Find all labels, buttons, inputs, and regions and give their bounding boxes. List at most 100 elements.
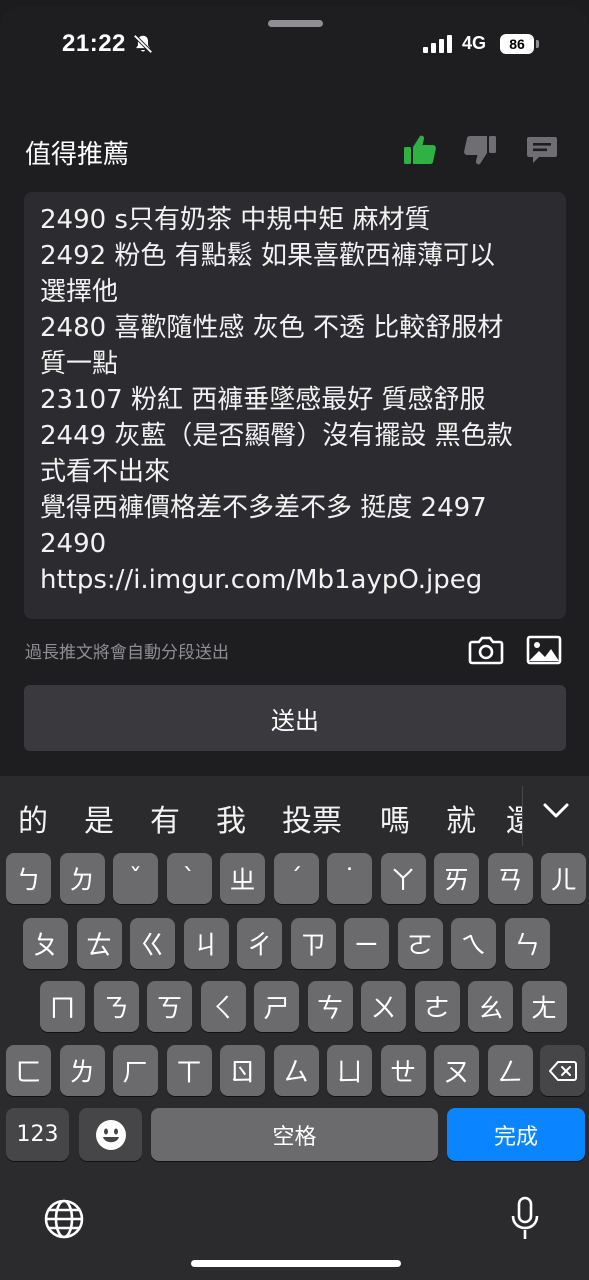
zhuyin-key[interactable]: ㄜ (414, 981, 460, 1032)
battery-icon: 86 (500, 34, 534, 54)
zhuyin-key-label: ㄖ (229, 1058, 256, 1088)
zhuyin-key[interactable]: ㄍ (130, 918, 175, 969)
thumbs-up-button[interactable] (402, 132, 438, 168)
zhuyin-key[interactable]: ㄉ (59, 853, 105, 904)
zhuyin-key[interactable]: ㄒ (166, 1045, 212, 1096)
zhuyin-key[interactable]: ㄑ (200, 981, 246, 1032)
zhuyin-key[interactable]: ㄙ (273, 1045, 319, 1096)
zhuyin-key[interactable]: ㄠ (468, 981, 513, 1032)
thumbs-up-icon (404, 135, 436, 164)
zhuyin-key-label: ㄧ (353, 931, 380, 961)
zhuyin-key-label: ㄗ (299, 931, 326, 961)
zhuyin-key[interactable]: ㄤ (521, 981, 567, 1032)
candidate-word[interactable]: 投票 (282, 796, 342, 840)
candidate-word[interactable]: 還 (506, 796, 522, 840)
zhuyin-key[interactable]: ㄎ (147, 981, 192, 1032)
zhuyin-key[interactable]: ㄆ (23, 918, 68, 969)
zhuyin-key[interactable]: ㄖ (220, 1045, 265, 1096)
zhuyin-key[interactable]: ㄇ (40, 981, 85, 1032)
space-key[interactable]: 空格 (151, 1108, 438, 1161)
page-title: 值得推薦 (25, 140, 130, 170)
battery-tip (536, 40, 539, 48)
auto-split-hint: 過長推文將會自動分段送出 (25, 643, 229, 663)
emoji-key[interactable] (79, 1108, 142, 1161)
candidate-bar: 的 是 有 我 投票 嗎 就 還 (0, 776, 589, 856)
zhuyin-key-label: ㄉ (68, 866, 95, 896)
zhuyin-key[interactable]: ㄞ (434, 853, 479, 904)
zhuyin-key[interactable]: ˋ (166, 853, 212, 904)
zhuyin-key[interactable]: ㄨ (361, 981, 406, 1032)
comment-button[interactable] (524, 132, 560, 168)
zhuyin-key[interactable]: ㄚ (380, 853, 426, 904)
zhuyin-key-label: ㄊ (85, 931, 112, 961)
zhuyin-key[interactable]: ㄗ (290, 918, 336, 969)
candidate-word[interactable]: 嗎 (380, 796, 410, 840)
delete-key[interactable] (540, 1045, 585, 1096)
candidate-word[interactable]: 的 (18, 796, 48, 840)
zhuyin-key[interactable]: ㄡ (434, 1045, 479, 1096)
done-key[interactable]: 完成 (447, 1108, 585, 1161)
candidate-word[interactable]: 就 (446, 796, 476, 840)
zhuyin-key-label: ㄦ (550, 866, 577, 896)
chevron-down-icon[interactable] (540, 798, 572, 824)
sheet-grabber[interactable] (268, 20, 323, 27)
candidate-divider (522, 786, 523, 846)
zhuyin-key[interactable]: ˇ (113, 853, 158, 904)
zhuyin-key-label: ˙ (343, 863, 356, 894)
status-time: 21:22 (62, 30, 126, 57)
zhuyin-key[interactable]: ㄈ (6, 1045, 51, 1096)
zhuyin-key[interactable]: ㄔ (237, 918, 282, 969)
image-icon[interactable] (526, 634, 562, 666)
zhuyin-key[interactable]: ㄋ (93, 981, 139, 1032)
zhuyin-key-label: ˇ (129, 863, 142, 894)
zhuyin-key-label: ㄛ (406, 931, 433, 961)
candidate-word[interactable]: 我 (216, 796, 246, 840)
zhuyin-key-label: ㄑ (209, 994, 236, 1024)
candidate-word[interactable]: 是 (84, 796, 114, 840)
zhuyin-key[interactable]: ㄘ (307, 981, 353, 1032)
zhuyin-key-label: ㄟ (460, 931, 487, 961)
zhuyin-key-label: ㄣ (513, 931, 540, 961)
numbers-key-label: 123 (16, 1122, 59, 1147)
zhuyin-key-label: ㄓ (229, 866, 256, 896)
zhuyin-key-label: ㄐ (192, 931, 219, 961)
zhuyin-key[interactable]: ㄌ (59, 1045, 105, 1096)
zhuyin-key-label: ㄞ (443, 866, 470, 896)
zhuyin-key[interactable]: ㄓ (220, 853, 265, 904)
zhuyin-key[interactable]: ㄅ (6, 853, 51, 904)
zhuyin-key-label: ㄏ (122, 1058, 149, 1088)
microphone-icon[interactable] (509, 1196, 541, 1242)
zhuyin-key[interactable]: ˙ (327, 853, 372, 904)
zhuyin-key[interactable]: ˊ (273, 853, 319, 904)
zhuyin-key[interactable]: ㄊ (76, 918, 122, 969)
camera-icon[interactable] (468, 634, 504, 666)
zhuyin-key[interactable]: ㄣ (504, 918, 550, 969)
zhuyin-key-label: ㄆ (32, 931, 59, 961)
thumbs-down-button[interactable] (462, 132, 498, 168)
comment-icon (527, 137, 557, 163)
zhuyin-key[interactable]: ㄢ (487, 853, 533, 904)
zhuyin-key[interactable]: ㄧ (344, 918, 389, 969)
zhuyin-key-label: ㄈ (15, 1058, 42, 1088)
numbers-key[interactable]: 123 (6, 1108, 69, 1161)
zhuyin-key-label: ㄕ (263, 994, 290, 1024)
zhuyin-key-label: ㄒ (175, 1058, 202, 1088)
comment-textarea[interactable]: 2490 s只有奶茶 中規中矩 麻材質 2492 粉色 有點鬆 如果喜歡西褲薄可… (24, 192, 566, 619)
zhuyin-key[interactable]: ㄛ (397, 918, 443, 969)
zhuyin-key-label: ㄇ (49, 994, 76, 1024)
zhuyin-key[interactable]: ㄩ (327, 1045, 372, 1096)
candidate-word[interactable]: 有 (150, 796, 180, 840)
globe-icon[interactable] (43, 1198, 85, 1240)
zhuyin-key[interactable]: ㄏ (113, 1045, 158, 1096)
zhuyin-key[interactable]: ㄟ (451, 918, 496, 969)
zhuyin-key[interactable]: ㄥ (487, 1045, 533, 1096)
zhuyin-key[interactable]: ㄦ (541, 853, 586, 904)
home-indicator (191, 1260, 401, 1267)
send-button[interactable]: 送出 (24, 685, 566, 751)
zhuyin-key-label: ㄙ (282, 1058, 309, 1088)
zhuyin-key[interactable]: ㄕ (254, 981, 299, 1032)
zhuyin-key-label: ㄌ (68, 1058, 95, 1088)
zhuyin-key[interactable]: ㄐ (183, 918, 229, 969)
zhuyin-key[interactable]: ㄝ (380, 1045, 426, 1096)
silent-bell-icon (133, 34, 153, 54)
